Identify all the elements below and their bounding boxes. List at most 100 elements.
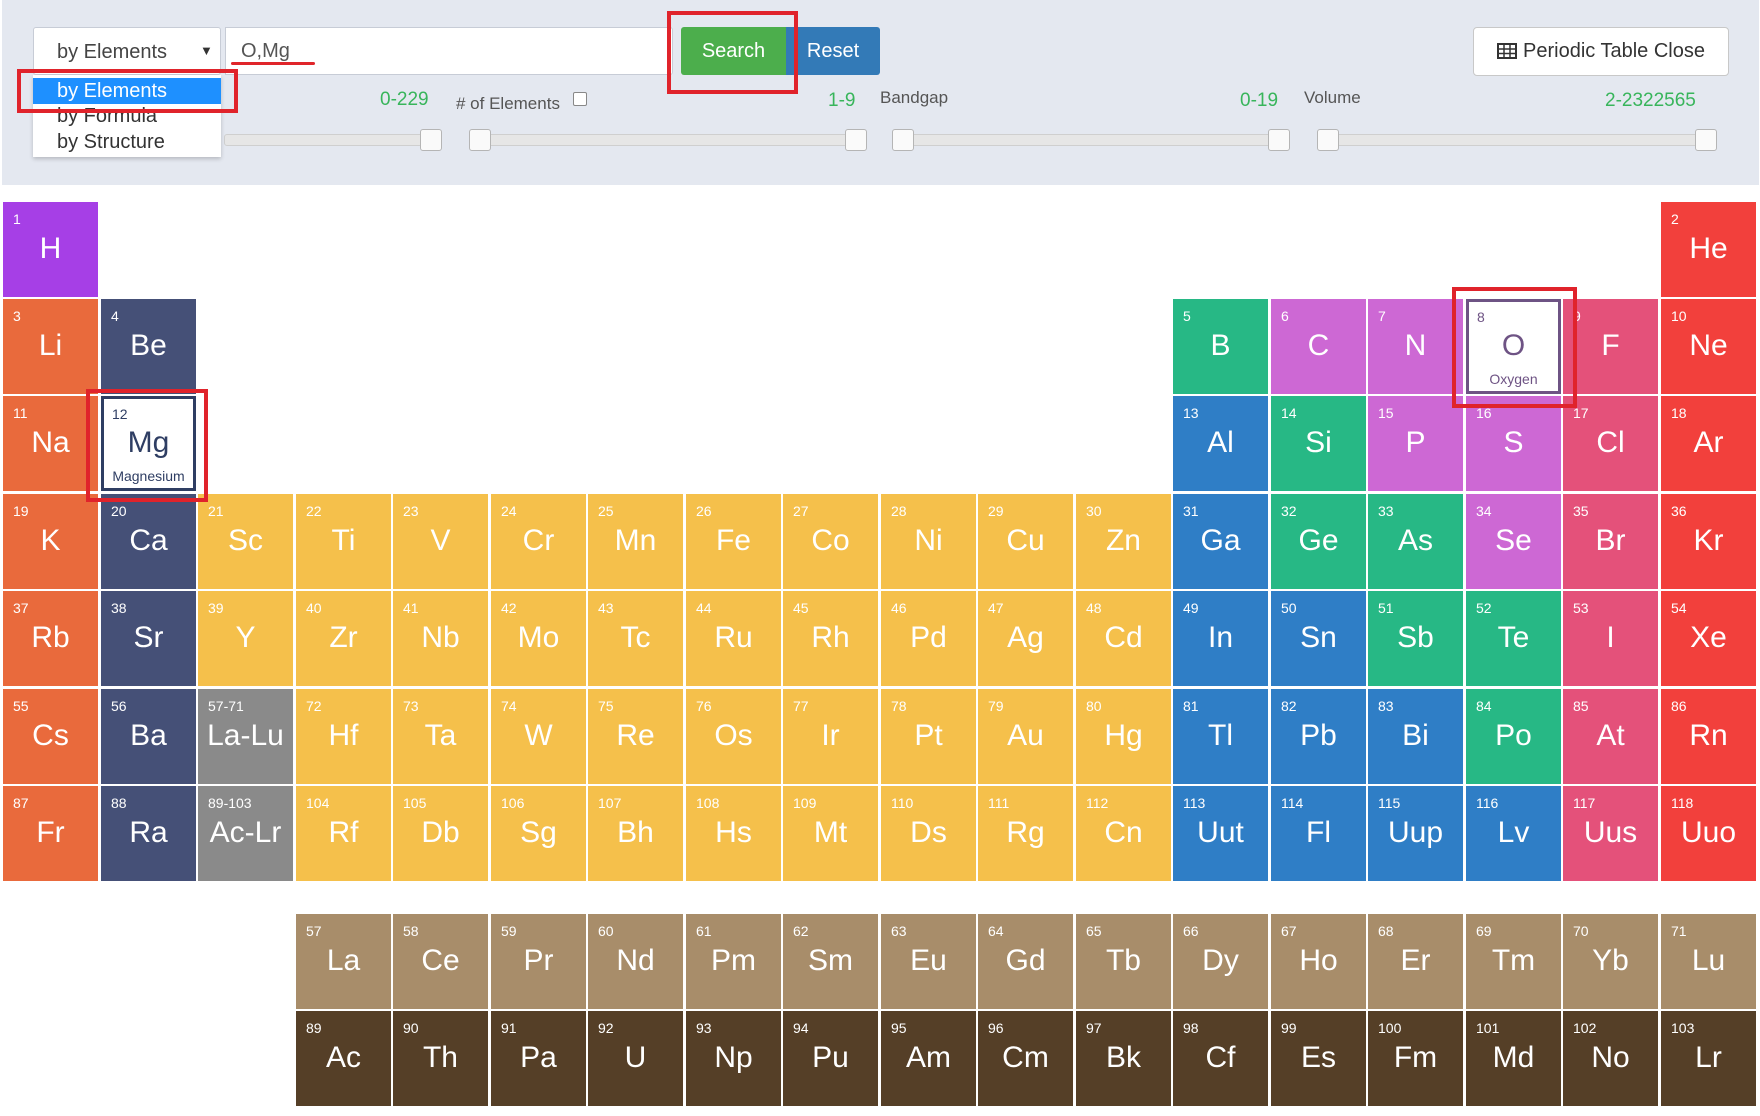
element-zn[interactable]: 30 Zn <box>1076 494 1171 589</box>
element-no[interactable]: 102 No <box>1563 1011 1658 1106</box>
element-db[interactable]: 105 Db <box>393 786 488 881</box>
element-bh[interactable]: 107 Bh <box>588 786 683 881</box>
element-xe[interactable]: 54 Xe <box>1661 591 1756 686</box>
element-as[interactable]: 33 As <box>1368 494 1463 589</box>
element-er[interactable]: 68 Er <box>1368 914 1463 1009</box>
element-cn[interactable]: 112 Cn <box>1076 786 1171 881</box>
element-zr[interactable]: 40 Zr <box>296 591 391 686</box>
element-ac[interactable]: 89 Ac <box>296 1011 391 1106</box>
element-sn[interactable]: 50 Sn <box>1271 591 1366 686</box>
element-in[interactable]: 49 In <box>1173 591 1268 686</box>
element-gd[interactable]: 64 Gd <box>978 914 1073 1009</box>
element-w[interactable]: 74 W <box>491 689 586 784</box>
element-sg[interactable]: 106 Sg <box>491 786 586 881</box>
element-hg[interactable]: 80 Hg <box>1076 689 1171 784</box>
element-np[interactable]: 93 Np <box>686 1011 781 1106</box>
element-rf[interactable]: 104 Rf <box>296 786 391 881</box>
element-rh[interactable]: 45 Rh <box>783 591 878 686</box>
element-ti[interactable]: 22 Ti <box>296 494 391 589</box>
element-yb[interactable]: 70 Yb <box>1563 914 1658 1009</box>
element-pu[interactable]: 94 Pu <box>783 1011 878 1106</box>
element-s[interactable]: 16 S <box>1466 396 1561 491</box>
element-v[interactable]: 23 V <box>393 494 488 589</box>
element-cf[interactable]: 98 Cf <box>1173 1011 1268 1106</box>
element-te[interactable]: 52 Te <box>1466 591 1561 686</box>
element-al[interactable]: 13 Al <box>1173 396 1268 491</box>
element-uus[interactable]: 117 Uus <box>1563 786 1658 881</box>
element-uup[interactable]: 115 Uup <box>1368 786 1463 881</box>
element-lr[interactable]: 103 Lr <box>1661 1011 1756 1106</box>
element-tc[interactable]: 43 Tc <box>588 591 683 686</box>
element-f[interactable]: 9F <box>1563 299 1658 394</box>
element-cs[interactable]: 55 Cs <box>3 689 98 784</box>
element-mo[interactable]: 42 Mo <box>491 591 586 686</box>
element-sr[interactable]: 38 Sr <box>101 591 196 686</box>
element-la-lu[interactable]: 57-71 La-Lu <box>198 689 293 784</box>
element-n[interactable]: 7N <box>1368 299 1463 394</box>
element-se[interactable]: 34 Se <box>1466 494 1561 589</box>
element-y[interactable]: 39 Y <box>198 591 293 686</box>
element-mt[interactable]: 109 Mt <box>783 786 878 881</box>
element-ni[interactable]: 28 Ni <box>881 494 976 589</box>
element-co[interactable]: 27 Co <box>783 494 878 589</box>
element-c[interactable]: 6C <box>1271 299 1366 394</box>
element-fr[interactable]: 87 Fr <box>3 786 98 881</box>
element-cm[interactable]: 96 Cm <box>978 1011 1073 1106</box>
element-ra[interactable]: 88 Ra <box>101 786 196 881</box>
element-lv[interactable]: 116 Lv <box>1466 786 1561 881</box>
element-cl[interactable]: 17 Cl <box>1563 396 1658 491</box>
element-la[interactable]: 57 La <box>296 914 391 1009</box>
element-he[interactable]: 2 He <box>1661 202 1756 297</box>
element-ge[interactable]: 32 Ge <box>1271 494 1366 589</box>
element-hf[interactable]: 72 Hf <box>296 689 391 784</box>
element-cr[interactable]: 24 Cr <box>491 494 586 589</box>
element-ir[interactable]: 77 Ir <box>783 689 878 784</box>
element-fl[interactable]: 114 Fl <box>1271 786 1366 881</box>
element-tb[interactable]: 65 Tb <box>1076 914 1171 1009</box>
element-mn[interactable]: 25 Mn <box>588 494 683 589</box>
element-sm[interactable]: 62 Sm <box>783 914 878 1009</box>
element-rg[interactable]: 111 Rg <box>978 786 1073 881</box>
element-be[interactable]: 4 Be <box>101 299 196 394</box>
element-pt[interactable]: 78 Pt <box>881 689 976 784</box>
element-pr[interactable]: 59 Pr <box>491 914 586 1009</box>
element-pd[interactable]: 46 Pd <box>881 591 976 686</box>
element-ta[interactable]: 73 Ta <box>393 689 488 784</box>
element-tm[interactable]: 69 Tm <box>1466 914 1561 1009</box>
element-es[interactable]: 99 Es <box>1271 1011 1366 1106</box>
element-ds[interactable]: 110 Ds <box>881 786 976 881</box>
element-p[interactable]: 15 P <box>1368 396 1463 491</box>
element-cd[interactable]: 48 Cd <box>1076 591 1171 686</box>
element-fe[interactable]: 26 Fe <box>686 494 781 589</box>
element-ce[interactable]: 58 Ce <box>393 914 488 1009</box>
element-dy[interactable]: 66 Dy <box>1173 914 1268 1009</box>
element-rb[interactable]: 37 Rb <box>3 591 98 686</box>
element-sb[interactable]: 51 Sb <box>1368 591 1463 686</box>
element-ca[interactable]: 20 Ca <box>101 494 196 589</box>
element-re[interactable]: 75 Re <box>588 689 683 784</box>
element-b[interactable]: 5B <box>1173 299 1268 394</box>
element-md[interactable]: 101 Md <box>1466 1011 1561 1106</box>
element-au[interactable]: 79 Au <box>978 689 1073 784</box>
element-ho[interactable]: 67 Ho <box>1271 914 1366 1009</box>
element-si[interactable]: 14 Si <box>1271 396 1366 491</box>
element-ga[interactable]: 31 Ga <box>1173 494 1268 589</box>
element-u[interactable]: 92 U <box>588 1011 683 1106</box>
element-ne[interactable]: 10 Ne <box>1661 299 1756 394</box>
element-ru[interactable]: 44 Ru <box>686 591 781 686</box>
element-ba[interactable]: 56 Ba <box>101 689 196 784</box>
element-po[interactable]: 84 Po <box>1466 689 1561 784</box>
element-cu[interactable]: 29 Cu <box>978 494 1073 589</box>
element-sc[interactable]: 21 Sc <box>198 494 293 589</box>
element-nd[interactable]: 60 Nd <box>588 914 683 1009</box>
element-bi[interactable]: 83 Bi <box>1368 689 1463 784</box>
element-tl[interactable]: 81 Tl <box>1173 689 1268 784</box>
element-pm[interactable]: 61 Pm <box>686 914 781 1009</box>
element-pa[interactable]: 91 Pa <box>491 1011 586 1106</box>
element-i[interactable]: 53 I <box>1563 591 1658 686</box>
element-ar[interactable]: 18 Ar <box>1661 396 1756 491</box>
element-nb[interactable]: 41 Nb <box>393 591 488 686</box>
element-k[interactable]: 19 K <box>3 494 98 589</box>
element-ag[interactable]: 47 Ag <box>978 591 1073 686</box>
element-at[interactable]: 85 At <box>1563 689 1658 784</box>
